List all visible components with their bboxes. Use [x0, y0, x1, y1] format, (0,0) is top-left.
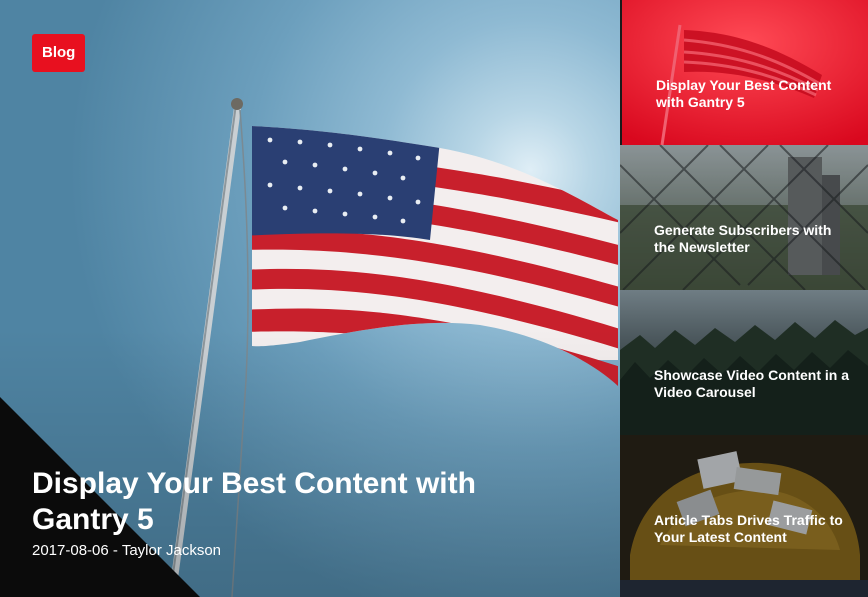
card-fence-city-image	[620, 145, 868, 290]
hero-meta-separator: -	[112, 542, 118, 559]
sidebar-article-list: Display Your Best Content with Gantry 5 …	[620, 0, 868, 597]
hero-meta: 2017-08-06 - Taylor Jackson	[32, 542, 221, 560]
card-flag-image	[622, 0, 868, 145]
hero-title[interactable]: Display Your Best Content with Gantry 5	[32, 466, 552, 538]
sidebar-item-partial	[620, 580, 868, 597]
sidebar-item-gantry[interactable]: Display Your Best Content with Gantry 5	[620, 0, 868, 145]
sidebar-item-title[interactable]: Display Your Best Content with Gantry 5	[656, 77, 856, 111]
card-papers-image	[620, 435, 868, 580]
hero-date: 2017-08-06	[32, 542, 109, 559]
sidebar-item-title[interactable]: Showcase Video Content in a Video Carous…	[654, 367, 854, 401]
page: Blog Display Your Best Content with Gant…	[0, 0, 868, 597]
blog-category-badge[interactable]: Blog	[32, 34, 86, 72]
hero-author[interactable]: Taylor Jackson	[122, 542, 221, 559]
hero-article[interactable]: Blog Display Your Best Content with Gant…	[0, 0, 620, 597]
sidebar-item-video-carousel[interactable]: Showcase Video Content in a Video Carous…	[620, 290, 868, 435]
sidebar-item-article-tabs[interactable]: Article Tabs Drives Traffic to Your Late…	[620, 435, 868, 580]
sidebar-item-title[interactable]: Generate Subscribers with the Newsletter	[654, 222, 854, 256]
sidebar-item-newsletter[interactable]: Generate Subscribers with the Newsletter	[620, 145, 868, 290]
card-forest-image	[620, 290, 868, 435]
sidebar-item-title[interactable]: Article Tabs Drives Traffic to Your Late…	[654, 512, 854, 546]
